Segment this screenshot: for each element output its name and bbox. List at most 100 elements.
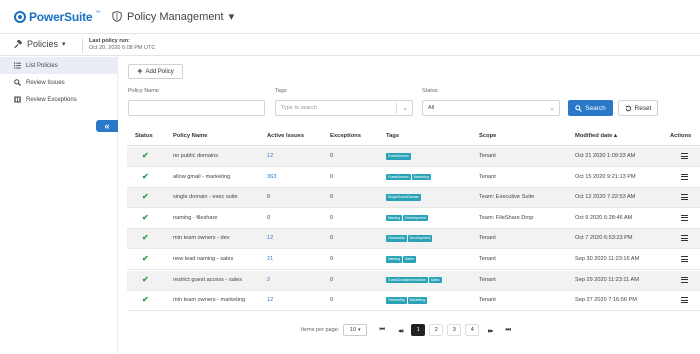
- exceptions-count: 0: [330, 214, 334, 221]
- reset-button[interactable]: Reset: [618, 100, 658, 116]
- policy-name[interactable]: min team owners - marketing: [173, 297, 245, 303]
- tag-badge: Naming: [386, 256, 403, 263]
- policy-name[interactable]: single domain - exec suite: [173, 194, 238, 200]
- last-page-button[interactable]: ⏭: [501, 324, 516, 336]
- tag-list: Naming Development: [386, 214, 428, 222]
- policies-menu[interactable]: Policies ▾: [14, 39, 66, 49]
- items-per-page-select[interactable]: 10 ▾: [343, 324, 368, 336]
- policy-name[interactable]: no public domains: [173, 153, 218, 159]
- status-select[interactable]: All ⌄: [422, 100, 560, 116]
- last-run-value: Oct 20, 2020 6:08 PM UTC: [89, 44, 156, 51]
- previous-page-button[interactable]: ◀◀: [393, 324, 408, 336]
- exceptions-count: 0: [330, 297, 334, 304]
- actions-menu-icon[interactable]: [681, 235, 688, 242]
- powersuite-logo[interactable]: PowerSuite ™: [14, 10, 100, 24]
- table-row[interactable]: ✔ no public domains 12 0 GuestAccess Tenant Oc…: [127, 147, 700, 167]
- table-row[interactable]: ✔ single domain - exec suite 0 0 SingleGuest…: [127, 188, 700, 209]
- tag-badge: SingleGuestDomain: [386, 194, 422, 201]
- table-row[interactable]: ✔ restrict guest access - sales 2 0 GuestDom…: [127, 270, 700, 291]
- page-button[interactable]: 1: [411, 324, 426, 336]
- column-header-scope[interactable]: Scope: [479, 133, 496, 139]
- table-row[interactable]: ✔ allow gmail - marketing 363 0 GuestAccess M…: [127, 168, 700, 188]
- tag-list: Ownership Development: [386, 235, 433, 242]
- app-switcher[interactable]: Policy Management ▾: [112, 10, 234, 23]
- active-issues-count: 0: [267, 194, 271, 201]
- table-row[interactable]: ✔ min team owners - dev 12 0 Ownership Develo…: [127, 229, 700, 250]
- active-issues-link[interactable]: 12: [267, 297, 273, 303]
- search-icon: [14, 79, 21, 86]
- tag-list: GuestDomainInteraction Sales: [386, 276, 442, 284]
- tag-badge: Marketing: [407, 297, 428, 304]
- add-policy-label: Add Policy: [145, 68, 174, 75]
- policy-name[interactable]: allow gmail - marketing: [173, 174, 230, 180]
- actions-menu-icon[interactable]: [681, 297, 688, 304]
- add-policy-button[interactable]: + Add Policy: [128, 64, 183, 79]
- active-issues-link[interactable]: 21: [267, 256, 273, 262]
- table-row[interactable]: ✔ min team owners - marketing 12 0 Ownership…: [127, 291, 700, 312]
- modified-date: Oct 9 2020 6:28:46 AM: [575, 214, 633, 221]
- modified-date: Oct 21 2020 1:09:33 AM: [575, 153, 636, 159]
- collapse-sidebar-button[interactable]: «: [96, 120, 118, 132]
- actions-menu-icon[interactable]: [681, 194, 688, 201]
- actions-menu-icon[interactable]: [681, 256, 688, 262]
- tags-input[interactable]: Type to search ⌄: [275, 100, 413, 116]
- sidebar-item-label: List Policies: [26, 62, 58, 69]
- page-button[interactable]: 4: [465, 324, 480, 336]
- book-icon: [14, 96, 21, 103]
- page-button[interactable]: 2: [429, 324, 444, 336]
- active-issues-link[interactable]: 12: [267, 235, 273, 241]
- active-issues-link[interactable]: 2: [267, 277, 270, 283]
- reset-icon: [625, 105, 631, 111]
- chevron-down-icon: ⌄: [549, 105, 555, 112]
- scope: Team: FileShare Drop: [479, 214, 534, 221]
- column-header-status[interactable]: Status: [135, 133, 153, 139]
- table-row[interactable]: ✔ naming - fileshare 0 0 Naming Development Te…: [127, 209, 700, 229]
- tag-list: GuestAccess Marketing: [386, 173, 431, 181]
- column-header-exceptions[interactable]: Exceptions: [330, 133, 361, 139]
- active-issues-link[interactable]: 363: [267, 174, 276, 180]
- list-icon: [14, 62, 21, 69]
- policy-name[interactable]: new lead naming - sales: [173, 256, 233, 262]
- status-check-icon: ✔: [142, 295, 149, 305]
- sidebar-item-label: Review Exceptions: [26, 96, 77, 103]
- exceptions-count: 0: [330, 194, 334, 201]
- tag-badge: GuestAccess: [386, 153, 411, 160]
- column-header-active-issues[interactable]: Active Issues: [267, 133, 304, 139]
- modified-date: Oct 15 2020 9:21:13 PM: [575, 173, 636, 180]
- modified-date: Sep 30 2020 11:23:16 AM: [575, 256, 640, 262]
- actions-menu-icon[interactable]: [681, 214, 688, 221]
- scope: Tenant: [479, 153, 496, 159]
- actions-menu-icon[interactable]: [681, 276, 688, 283]
- tags-label: Tags: [275, 88, 287, 94]
- scope: Tenant: [479, 256, 496, 262]
- search-icon: [575, 104, 583, 112]
- status-check-icon: ✔: [142, 274, 149, 284]
- page-button[interactable]: 3: [447, 324, 462, 336]
- chevron-down-icon: ▾: [228, 11, 235, 23]
- sidebar-item-review-exceptions[interactable]: Review Exceptions: [0, 91, 117, 108]
- policy-name[interactable]: naming - fileshare: [173, 215, 217, 221]
- shield-icon: [112, 11, 122, 22]
- items-per-page-value: 10: [349, 327, 357, 333]
- top-bar: PowerSuite ™ Policy Management ▾: [0, 0, 700, 34]
- tag-list: SingleGuestDomain: [386, 194, 422, 201]
- actions-menu-icon[interactable]: [681, 173, 688, 180]
- policy-name[interactable]: min team owners - dev: [173, 235, 230, 241]
- column-header-policy-name[interactable]: Policy Name: [173, 133, 207, 139]
- policy-name-input[interactable]: [128, 100, 265, 116]
- status-check-icon: ✔: [142, 212, 149, 222]
- column-header-modified-date[interactable]: Modified date ▴: [575, 133, 617, 139]
- sidebar-item-review-issues[interactable]: Review Issues: [0, 74, 117, 91]
- actions-menu-icon[interactable]: [681, 153, 688, 159]
- tag-badge: Sales: [428, 276, 442, 284]
- tag-badge: GuestAccess: [386, 173, 411, 181]
- first-page-button[interactable]: ⏮: [375, 324, 390, 336]
- status-check-icon: ✔: [142, 171, 149, 181]
- next-page-button[interactable]: ▶▶: [483, 324, 498, 336]
- column-header-tags[interactable]: Tags: [386, 133, 399, 139]
- table-row[interactable]: ✔ new lead naming - sales 21 0 Naming Sales Te…: [127, 250, 700, 270]
- policy-name[interactable]: restrict guest access - sales: [173, 277, 242, 283]
- active-issues-link[interactable]: 12: [267, 153, 273, 159]
- sidebar-item-list-policies[interactable]: List Policies: [0, 57, 117, 74]
- search-button[interactable]: Search: [568, 100, 613, 116]
